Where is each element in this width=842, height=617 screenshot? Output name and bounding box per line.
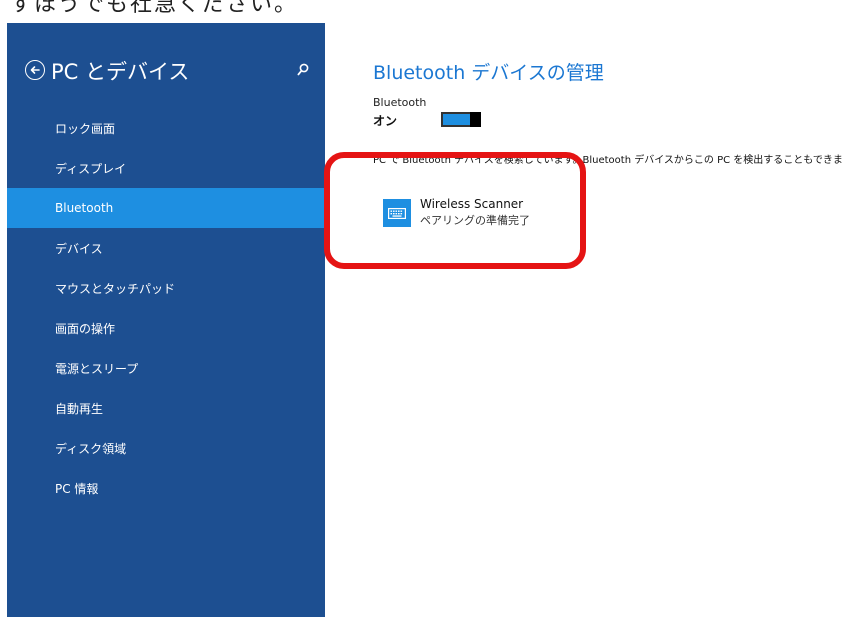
sidebar-title: PC とデバイス xyxy=(51,60,190,84)
bluetooth-label: Bluetooth xyxy=(373,96,427,109)
sidebar-header: PC とデバイス xyxy=(7,23,325,113)
sidebar-item-label: マウスとタッチパッド xyxy=(55,281,176,296)
sidebar-item-pc-info[interactable]: PC 情報 xyxy=(7,468,325,508)
sidebar-item-display[interactable]: ディスプレイ xyxy=(7,148,325,188)
sidebar-item-lock-screen[interactable]: ロック画面 xyxy=(7,108,325,148)
top-caption: すほうでも社急ください。 xyxy=(10,0,299,17)
sidebar-item-corners-edges[interactable]: 画面の操作 xyxy=(7,308,325,348)
sidebar-item-disk-space[interactable]: ディスク領域 xyxy=(7,428,325,468)
device-item[interactable]: Wireless Scanner ペアリングの準備完了 xyxy=(381,196,571,236)
bluetooth-info-text: PC で Bluetooth デバイスを検索しています。Bluetooth デバ… xyxy=(373,155,842,166)
page-title: Bluetooth デバイスの管理 xyxy=(373,62,604,84)
sidebar-item-label: 自動再生 xyxy=(55,401,104,416)
toggle-thumb[interactable] xyxy=(470,112,481,127)
sidebar-item-power-sleep[interactable]: 電源とスリープ xyxy=(7,348,325,388)
sidebar-item-label: Bluetooth xyxy=(55,201,114,215)
sidebar-item-bluetooth[interactable]: Bluetooth xyxy=(7,188,325,228)
device-name: Wireless Scanner xyxy=(420,197,524,211)
sidebar-item-label: デバイス xyxy=(55,241,103,256)
sidebar-item-label: ディスプレイ xyxy=(55,161,127,176)
back-arrow-icon xyxy=(30,66,40,74)
search-icon xyxy=(297,63,309,76)
sidebar-item-mouse-touchpad[interactable]: マウスとタッチパッド xyxy=(7,268,325,308)
device-status: ペアリングの準備完了 xyxy=(420,214,530,227)
sidebar-item-label: ディスク領域 xyxy=(55,441,127,456)
back-button[interactable] xyxy=(25,60,45,80)
bluetooth-toggle[interactable] xyxy=(441,112,481,127)
sidebar-item-label: PC 情報 xyxy=(55,481,99,496)
search-button[interactable] xyxy=(296,62,310,78)
sidebar: PC とデバイス ロック画面 ディスプレイ Bluetooth デバイス マウス… xyxy=(7,23,325,617)
sidebar-item-label: 電源とスリープ xyxy=(55,361,139,376)
keyboard-icon xyxy=(388,207,406,219)
sidebar-item-autoplay[interactable]: 自動再生 xyxy=(7,388,325,428)
bluetooth-state: オン xyxy=(373,114,398,128)
sidebar-item-devices[interactable]: デバイス xyxy=(7,228,325,268)
sidebar-item-label: ロック画面 xyxy=(55,121,116,136)
sidebar-item-label: 画面の操作 xyxy=(55,321,116,336)
device-icon xyxy=(383,199,411,227)
